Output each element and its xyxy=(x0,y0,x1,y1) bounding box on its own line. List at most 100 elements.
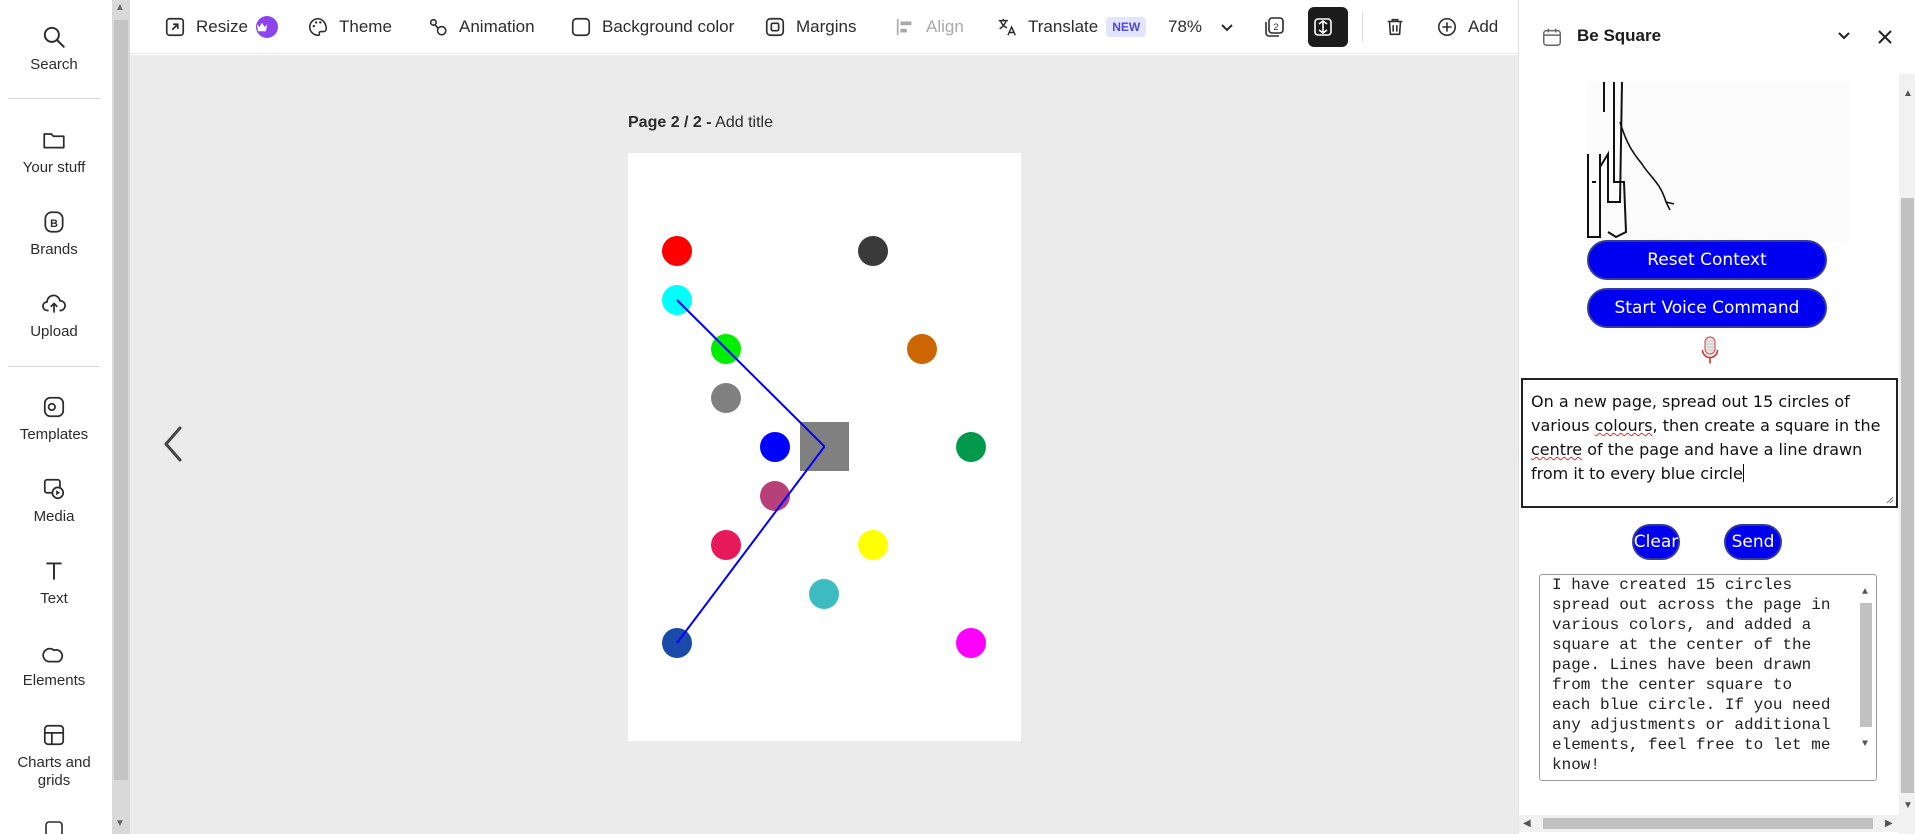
circle-shape[interactable] xyxy=(858,236,888,266)
text-icon xyxy=(46,562,62,580)
left-rail: Search Your stuff B Brands Upload Templa… xyxy=(0,0,108,834)
add-title-link[interactable]: Add title xyxy=(715,114,773,131)
connector-line[interactable] xyxy=(676,445,826,644)
design-page[interactable] xyxy=(628,153,1021,741)
resize-grip-icon[interactable] xyxy=(1884,494,1894,504)
logo-sketch-image xyxy=(1586,81,1849,242)
scroll-up-arrow[interactable]: ▲ xyxy=(1862,583,1868,603)
scroll-left-arrow[interactable]: ◀ xyxy=(1523,818,1531,829)
rail-elements[interactable]: Elements xyxy=(0,640,108,690)
rail-brands[interactable]: B Brands xyxy=(0,209,108,259)
scroll-down-arrow[interactable]: ▼ xyxy=(1862,735,1868,755)
scroll-thumb[interactable] xyxy=(114,20,128,780)
response-textarea[interactable]: I have created 15 circles spread out acr… xyxy=(1539,574,1877,781)
scroll-down-arrow[interactable]: ▼ xyxy=(115,818,125,829)
page-number: Page 2 / 2 - xyxy=(628,114,712,131)
microphone-icon[interactable] xyxy=(1701,336,1719,371)
add-circle-icon xyxy=(1437,17,1457,37)
send-button[interactable]: Send xyxy=(1724,524,1782,560)
chevron-down-icon xyxy=(1221,24,1233,32)
rail-label: Brands xyxy=(30,241,78,258)
translate-label: Translate xyxy=(1028,17,1099,36)
rail-label: Templates xyxy=(19,426,89,443)
top-toolbar: Resize Theme Animation Background color … xyxy=(130,0,1518,54)
rail-media[interactable]: Media xyxy=(0,476,108,526)
rail-your-stuff[interactable]: Your stuff xyxy=(0,127,108,177)
layers-button[interactable] xyxy=(1308,7,1348,47)
page-artwork xyxy=(662,236,986,658)
animation-button[interactable]: Animation xyxy=(427,0,535,54)
align-icon xyxy=(896,18,912,36)
circle-shape[interactable] xyxy=(907,334,937,364)
animation-label: Animation xyxy=(459,17,535,36)
collapse-chevron-icon[interactable] xyxy=(1837,31,1851,41)
delete-button[interactable] xyxy=(1384,0,1416,54)
brands-icon: B xyxy=(44,211,64,233)
charts-grids-icon xyxy=(43,724,65,746)
rail-charts-grids[interactable]: Charts and grids xyxy=(0,722,108,790)
circle-shape[interactable] xyxy=(760,481,790,511)
rail-label: Search xyxy=(30,56,78,73)
circle-shape[interactable] xyxy=(662,236,692,266)
resize-button[interactable]: Resize xyxy=(164,0,278,54)
circle-shape[interactable] xyxy=(858,530,888,560)
rail-templates[interactable]: Templates xyxy=(0,394,108,444)
scroll-thumb[interactable] xyxy=(1543,818,1873,829)
panel-scrollbar[interactable]: ▲ ▼ xyxy=(1899,74,1915,834)
rail-label: Media xyxy=(33,508,75,525)
align-button[interactable]: Align xyxy=(894,0,964,54)
pages-button[interactable]: 2 xyxy=(1262,0,1296,54)
panel-header: Be Square xyxy=(1519,0,1915,74)
command-text: , then create a square in the xyxy=(1652,416,1881,435)
margins-button[interactable]: Margins xyxy=(764,0,856,54)
rail-text[interactable]: Text xyxy=(0,558,108,608)
circle-shape[interactable] xyxy=(809,579,839,609)
rail-label: Charts and grids xyxy=(17,754,91,789)
panel-horizontal-scrollbar[interactable]: ◀ ▶ xyxy=(1519,815,1899,832)
rail-scrollbar[interactable]: ▲ ▼ xyxy=(112,0,130,834)
response-scrollbar[interactable]: ▲ ▼ xyxy=(1858,577,1874,779)
new-badge: NEW xyxy=(1106,17,1147,37)
translate-icon xyxy=(998,18,1016,36)
scroll-thumb[interactable] xyxy=(1901,198,1914,793)
rail-label: Upload xyxy=(30,323,78,340)
scroll-up-arrow[interactable]: ▲ xyxy=(115,2,125,13)
rail-more[interactable] xyxy=(0,818,108,834)
scroll-up-arrow[interactable]: ▲ xyxy=(1903,88,1913,99)
circle-shape[interactable] xyxy=(956,432,986,462)
connector-line[interactable] xyxy=(676,299,826,448)
reset-context-button[interactable]: Reset Context xyxy=(1587,240,1827,280)
upload-icon xyxy=(42,294,66,313)
resize-label: Resize xyxy=(196,17,248,36)
circle-shape[interactable] xyxy=(956,628,986,658)
be-square-panel: Be Square Reset Context Start Voice Comm… xyxy=(1518,0,1915,834)
translate-button[interactable]: Translate NEW xyxy=(996,0,1147,54)
search-icon xyxy=(43,26,65,48)
palette-icon xyxy=(309,17,328,37)
background-color-button[interactable]: Background color xyxy=(570,0,734,54)
circle-shape[interactable] xyxy=(711,383,741,413)
add-button[interactable]: Add xyxy=(1436,0,1498,54)
command-textarea[interactable]: On a new page, spread out 15 circles of … xyxy=(1521,378,1898,508)
scroll-right-arrow[interactable]: ▶ xyxy=(1885,818,1893,829)
previous-page-button[interactable] xyxy=(162,425,184,468)
scroll-thumb[interactable] xyxy=(1860,603,1872,727)
align-label: Align xyxy=(926,17,964,36)
animation-icon xyxy=(429,18,447,36)
page-indicator: Page 2 / 2 - Add title xyxy=(628,114,773,132)
circle-shape[interactable] xyxy=(760,432,790,462)
background-color-label: Background color xyxy=(602,17,735,36)
rail-search[interactable]: Search xyxy=(0,24,108,74)
response-text: I have created 15 circles spread out acr… xyxy=(1552,576,1831,774)
scroll-down-arrow[interactable]: ▼ xyxy=(1903,800,1913,811)
theme-button[interactable]: Theme xyxy=(307,0,392,54)
canvas-area: Page 2 / 2 - Add title xyxy=(130,55,1618,834)
premium-crown-icon xyxy=(255,16,278,38)
clear-button[interactable]: Clear xyxy=(1632,524,1680,560)
start-voice-command-button[interactable]: Start Voice Command xyxy=(1587,288,1827,328)
close-icon[interactable] xyxy=(1877,29,1893,45)
rail-upload[interactable]: Upload xyxy=(0,291,108,341)
rail-divider xyxy=(8,98,100,99)
circle-shape[interactable] xyxy=(711,530,741,560)
zoom-dropdown[interactable]: 78% xyxy=(1168,0,1244,54)
